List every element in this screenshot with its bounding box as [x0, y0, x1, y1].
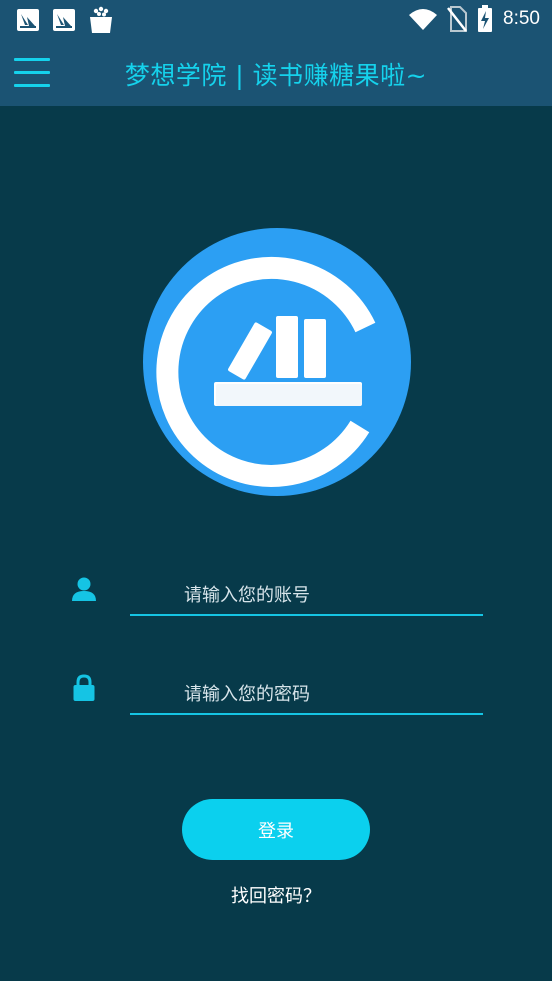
app-bar: 梦想学院 | 读书赚糖果啦~: [0, 40, 552, 106]
forgot-password-link[interactable]: 找回密码？: [0, 882, 552, 908]
notification-app-icon: [17, 9, 39, 31]
battery-charging-icon: [478, 5, 493, 32]
account-input[interactable]: [130, 576, 483, 616]
status-bar: 8:50: [0, 0, 552, 40]
book-shelf-logo-icon: [143, 228, 411, 496]
lock-icon: [73, 674, 95, 701]
status-system-icons: 8:50: [409, 5, 540, 33]
wifi-icon: [409, 9, 438, 30]
no-sim-icon: [447, 6, 468, 32]
login-button[interactable]: 登录: [182, 799, 370, 860]
account-row: [0, 566, 552, 620]
notification-app-icon: [53, 9, 75, 31]
shopping-bag-icon: [90, 6, 112, 33]
password-input[interactable]: [130, 675, 483, 715]
password-row: [0, 665, 552, 719]
status-time: 8:50: [503, 8, 540, 29]
page-title: 梦想学院 | 读书赚糖果啦~: [124, 61, 428, 90]
status-notifications: [16, 6, 114, 34]
user-icon: [72, 577, 96, 601]
